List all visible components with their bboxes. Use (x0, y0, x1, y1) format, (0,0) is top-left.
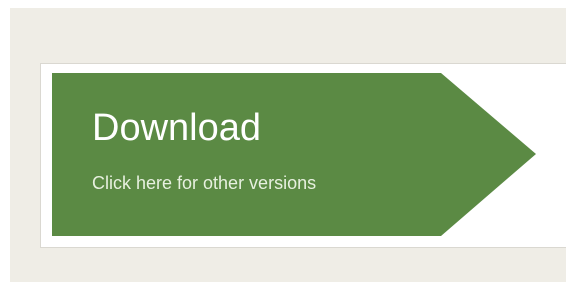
download-button[interactable]: Download Click here for other versions (52, 73, 536, 236)
download-subtitle: Click here for other versions (92, 173, 317, 193)
download-title: Download (92, 107, 261, 149)
